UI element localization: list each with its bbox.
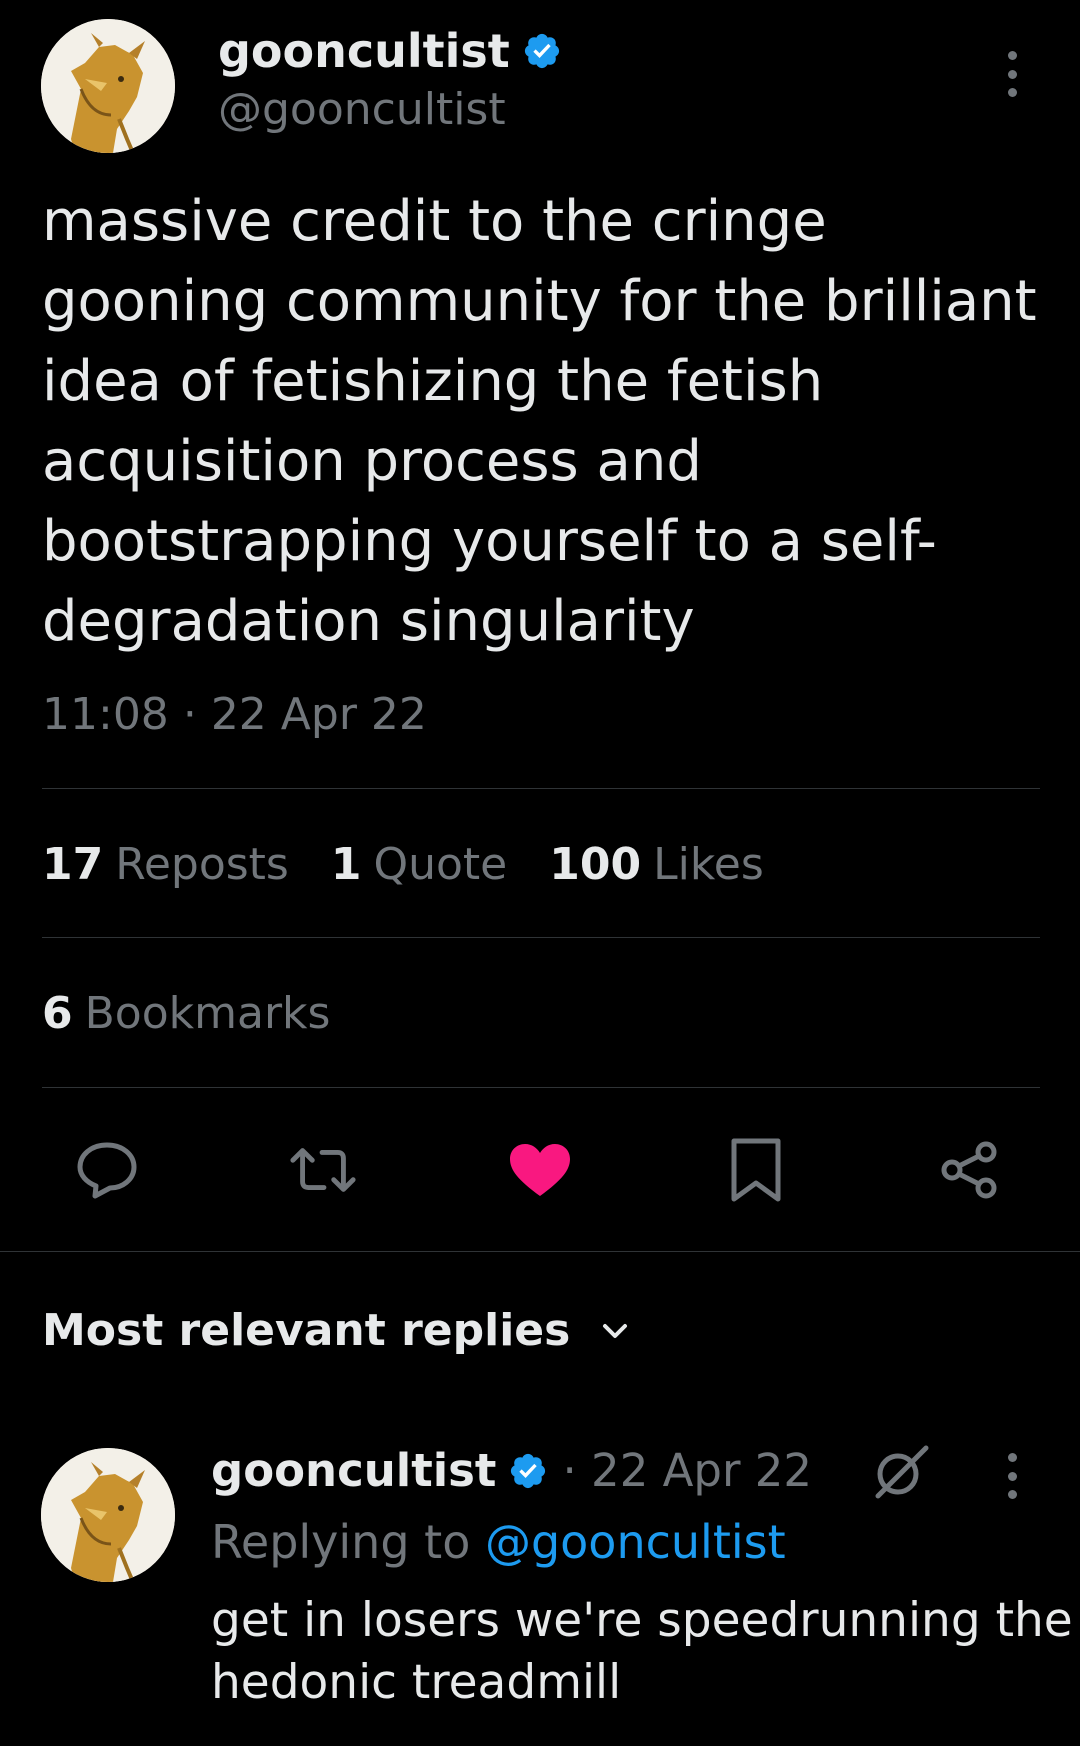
author-handle[interactable]: @gooncultist bbox=[218, 84, 506, 135]
reply-text: get in losers we're speedrunning the hed… bbox=[211, 1593, 1073, 1710]
divider bbox=[42, 1087, 1040, 1088]
share-icon[interactable] bbox=[934, 1134, 1006, 1206]
like-icon[interactable] bbox=[504, 1134, 576, 1206]
tweet-date: 22 Apr 22 bbox=[210, 689, 427, 740]
reply-author-name[interactable]: gooncultist bbox=[211, 1444, 496, 1497]
reply-author-avatar[interactable] bbox=[41, 1448, 175, 1582]
meta-separator: · bbox=[182, 689, 197, 740]
author-display-name[interactable]: gooncultist bbox=[218, 24, 510, 78]
likes-label: Likes bbox=[653, 839, 764, 890]
replying-to-handle[interactable]: @gooncultist bbox=[485, 1515, 786, 1569]
replying-to-label: Replying to bbox=[211, 1515, 471, 1569]
reposts-count: 17 bbox=[42, 839, 104, 890]
quotes-stat[interactable]: 1 Quote bbox=[331, 839, 507, 890]
tweet-time: 11:08 bbox=[42, 689, 169, 740]
author-avatar[interactable] bbox=[41, 19, 175, 153]
quotes-label: Quote bbox=[373, 839, 508, 890]
divider bbox=[42, 788, 1040, 789]
more-options-icon[interactable] bbox=[1005, 51, 1019, 97]
reply-header: gooncultist · 22 Apr 22 bbox=[211, 1444, 812, 1497]
reply-more-options-icon[interactable] bbox=[1005, 1453, 1019, 1499]
reply-date[interactable]: · 22 Apr 22 bbox=[562, 1444, 812, 1497]
reposts-stat[interactable]: 17 Reposts bbox=[42, 839, 289, 890]
repost-icon[interactable] bbox=[287, 1134, 359, 1206]
replying-to: Replying to @gooncultist bbox=[211, 1515, 786, 1569]
verified-badge-icon bbox=[524, 33, 559, 69]
bookmarks-stat[interactable]: 6 Bookmarks bbox=[42, 988, 372, 1039]
verified-badge-icon bbox=[511, 1453, 546, 1488]
likes-count: 100 bbox=[549, 839, 642, 890]
divider bbox=[42, 937, 1040, 938]
likes-stat[interactable]: 100 Likes bbox=[549, 839, 764, 890]
reply-icon[interactable] bbox=[71, 1134, 143, 1206]
engagement-stats: 17 Reposts 1 Quote 100 Likes bbox=[42, 839, 806, 890]
bookmarks-label: Bookmarks bbox=[84, 988, 331, 1039]
quotes-count: 1 bbox=[330, 839, 362, 890]
author-name[interactable]: gooncultist bbox=[218, 24, 562, 78]
replies-sort-dropdown[interactable]: Most relevant replies bbox=[42, 1305, 630, 1356]
chevron-down-icon bbox=[603, 1323, 628, 1338]
replies-sort-label: Most relevant replies bbox=[42, 1305, 571, 1356]
grok-icon[interactable] bbox=[868, 1442, 932, 1502]
tweet-timestamp[interactable]: 11:08 · 22 Apr 22 bbox=[42, 689, 427, 740]
bookmarks-count: 6 bbox=[42, 988, 73, 1039]
section-divider bbox=[0, 1251, 1080, 1252]
bookmark-icon[interactable] bbox=[720, 1134, 792, 1206]
reposts-label: Reposts bbox=[115, 839, 289, 890]
tweet-text: massive credit to the cringe gooning com… bbox=[42, 189, 1037, 654]
